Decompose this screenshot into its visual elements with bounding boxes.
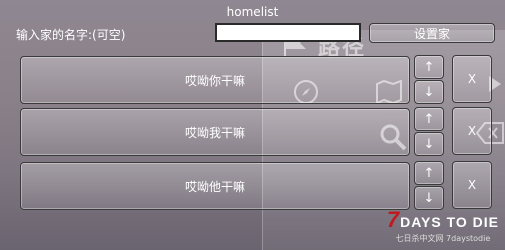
game-logo: 7DAYS TO DIE 七日杀中文网 7daystodie [386, 207, 499, 243]
set-home-button[interactable]: 设置家 [369, 23, 495, 43]
move-down-button[interactable]: ↓ [414, 186, 444, 210]
delete-home-button[interactable]: X [452, 107, 492, 155]
window-title: homelist [226, 5, 279, 19]
home-item-button[interactable]: 哎呦你干嘛 [20, 56, 410, 104]
home-item-button[interactable]: 哎呦我干嘛 [20, 108, 410, 156]
move-up-button[interactable]: ↑ [414, 55, 444, 79]
move-up-button[interactable]: ↑ [414, 107, 444, 131]
delete-home-button[interactable]: X [452, 161, 492, 209]
move-down-button[interactable]: ↓ [414, 132, 444, 156]
delete-home-button[interactable]: X [452, 55, 492, 103]
home-name-label: 输入家的名字:(可空) [16, 28, 126, 42]
move-up-button[interactable]: ↑ [414, 161, 444, 185]
home-name-input[interactable] [215, 23, 361, 42]
home-item-button[interactable]: 哎呦他干嘛 [20, 162, 410, 210]
move-down-button[interactable]: ↓ [414, 80, 444, 104]
